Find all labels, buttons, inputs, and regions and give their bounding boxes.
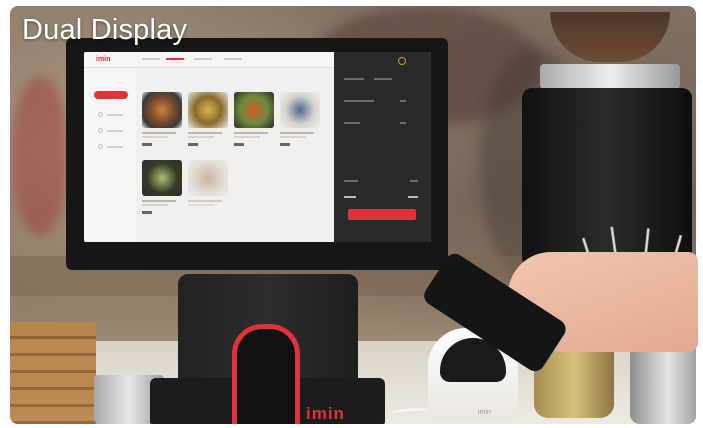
reader-brand-logo: imin (478, 409, 491, 416)
sidebar-item-icon[interactable] (98, 128, 103, 133)
menu-item-card[interactable] (188, 160, 228, 206)
order-line (400, 122, 406, 124)
screen-tab[interactable] (142, 58, 160, 60)
menu-item-card[interactable] (142, 160, 182, 214)
sidebar-item-label (107, 130, 123, 132)
order-total (344, 196, 356, 198)
coffee-grinder-collar (540, 64, 680, 89)
menu-item-card[interactable] (142, 92, 182, 146)
background-blur (10, 76, 70, 236)
coffee-grinder-hopper (550, 12, 670, 62)
headline-title: Dual Display (22, 14, 188, 46)
menu-item-card[interactable] (280, 92, 320, 146)
order-line (344, 180, 358, 182)
order-total-value (408, 196, 418, 198)
order-line (374, 78, 392, 80)
screen-tab[interactable] (224, 58, 242, 60)
sidebar-item-icon[interactable] (98, 112, 103, 117)
order-line (344, 78, 364, 80)
screen-tab-active[interactable] (166, 58, 184, 60)
pos-screen: imin (84, 52, 431, 242)
screen-tab[interactable] (194, 58, 212, 60)
menu-item-card[interactable] (188, 92, 228, 146)
menu-item-card[interactable] (234, 92, 274, 146)
process-order-button[interactable] (348, 209, 416, 220)
coffee-grinder-body (522, 88, 692, 268)
screen-sidebar (84, 68, 136, 242)
terminal-red-arch (232, 324, 300, 424)
order-panel (334, 52, 431, 242)
order-line (400, 100, 406, 102)
order-line (410, 180, 418, 182)
order-line (344, 100, 374, 102)
sidebar-item-active[interactable] (94, 91, 128, 99)
order-line (344, 122, 360, 124)
sidebar-item-label (107, 146, 123, 148)
order-status-icon (398, 57, 406, 65)
sidebar-item-icon[interactable] (98, 144, 103, 149)
screen-topbar: imin (84, 52, 334, 68)
wooden-crates (10, 322, 96, 424)
screen-logo: imin (96, 56, 111, 63)
stand-brand-logo: imin (306, 404, 345, 423)
sidebar-item-label (107, 114, 123, 116)
